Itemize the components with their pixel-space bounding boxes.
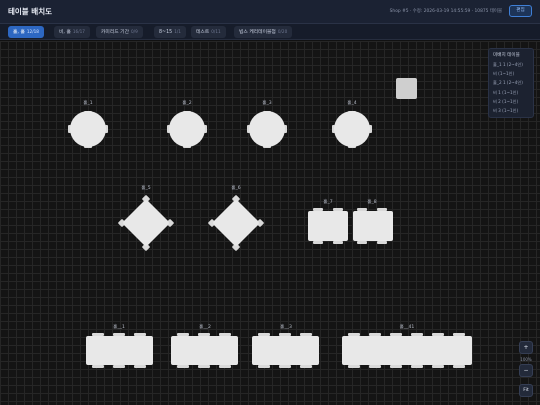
seat: [258, 365, 270, 368]
table-round[interactable]: [70, 111, 106, 147]
table-long[interactable]: [86, 336, 153, 365]
area-tab-bar: 홀, 홀 12/18 비, 홀 16/17 카미리드 기간 0/9 8~15 1/1 테…: [0, 24, 540, 40]
square-object[interactable]: [396, 78, 417, 99]
table-label: 홀_5: [141, 186, 151, 191]
table-label: 홀__1: [113, 325, 125, 330]
tab-area-6[interactable]: 빕스 케리테이블점 0/20: [234, 26, 293, 38]
unplaced-table-item[interactable]: 홀_2 1 (2~4인): [493, 80, 529, 86]
shop-meta-info: Shop #5 · 수정: 2026-03-19 14:55:59 · 1087…: [389, 9, 502, 14]
fit-view-button[interactable]: Fit: [519, 384, 533, 397]
seat: [357, 241, 367, 244]
seat: [390, 365, 402, 368]
tab-label: 테스트: [196, 30, 210, 35]
seat: [198, 365, 210, 368]
tab-area-2[interactable]: 비, 홀 16/17: [54, 26, 90, 38]
seat: [348, 365, 360, 368]
tab-label: 비, 홀: [59, 30, 71, 35]
tab-count: 0/11: [211, 29, 221, 34]
zoom-out-button[interactable]: −: [519, 364, 533, 377]
table-label: 홀_8: [367, 200, 377, 205]
seat: [113, 365, 125, 368]
table-label: 홀__3: [280, 325, 292, 330]
top-bar: 테이블 배치도 Shop #5 · 수정: 2026-03-19 14:55:5…: [0, 0, 540, 24]
edit-button[interactable]: 편집: [509, 5, 532, 17]
tab-label: 카미리드 기간: [101, 30, 130, 35]
seat: [333, 241, 343, 244]
table-label: 홀__41: [399, 325, 415, 330]
table-round[interactable]: [334, 111, 370, 147]
floor-plan-canvas[interactable]: 홀_1 홀_2 홀_3 홀_4 홀_5 홀_6 홀_7 홀_8 홀__1 홀__…: [0, 41, 540, 405]
zoom-level: 100%: [520, 357, 532, 362]
table-long[interactable]: [171, 336, 238, 365]
tab-area-3[interactable]: 카미리드 기간 0/9: [96, 26, 143, 38]
tab-label: 8~15: [159, 30, 173, 35]
seat: [300, 365, 312, 368]
table-label: 홀_1: [83, 101, 93, 106]
unplaced-table-item[interactable]: 비 3 (1~1인): [493, 108, 529, 114]
seat: [432, 365, 444, 368]
table-label: 홀__2: [199, 325, 211, 330]
table-label: 홀_7: [323, 200, 333, 205]
seat: [219, 365, 231, 368]
table-label: 홀_6: [231, 186, 241, 191]
tab-label: 홀, 홀: [13, 30, 25, 35]
tab-count: 0/9: [131, 29, 138, 34]
seat: [92, 365, 104, 368]
seat: [453, 365, 465, 368]
seat: [279, 365, 291, 368]
panel-title: 미배치 테이블: [493, 53, 520, 58]
seat: [134, 365, 146, 368]
table-long[interactable]: [252, 336, 319, 365]
unplaced-table-item[interactable]: 비 2 (1~1인): [493, 99, 529, 105]
table-square[interactable]: [353, 211, 393, 241]
table-round[interactable]: [249, 111, 285, 147]
seat: [177, 365, 189, 368]
unplaced-table-item[interactable]: 비 (1~1인): [493, 71, 529, 77]
seat: [313, 241, 323, 244]
zoom-in-button[interactable]: +: [519, 341, 533, 354]
unplaced-table-item[interactable]: 비 1 (1~1인): [493, 90, 529, 96]
table-round[interactable]: [169, 111, 205, 147]
tab-count: 0/20: [277, 29, 288, 34]
table-label: 홀_2: [182, 101, 192, 106]
table-diamond[interactable]: [121, 198, 171, 248]
table-square[interactable]: [308, 211, 348, 241]
table-long[interactable]: [342, 336, 472, 365]
tab-count: 1/1: [174, 29, 181, 34]
page-title: 테이블 배치도: [8, 7, 53, 16]
tab-area-5[interactable]: 테스트 0/11: [191, 26, 226, 38]
unplaced-tables-panel: 미배치 테이블 홀_1 1 (2~4인) 비 (1~1인) 홀_2 1 (2~4…: [488, 48, 534, 118]
tab-count: 12/18: [26, 29, 39, 34]
unplaced-table-item[interactable]: 홀_1 1 (2~4인): [493, 62, 529, 68]
tab-count: 16/17: [72, 29, 85, 34]
tab-label: 빕스 케리테이블점: [239, 30, 276, 35]
tab-area-1[interactable]: 홀, 홀 12/18: [8, 26, 44, 38]
table-label: 홀_3: [262, 101, 272, 106]
table-diamond[interactable]: [211, 198, 261, 248]
seat: [377, 241, 387, 244]
seat: [411, 365, 423, 368]
tab-area-4[interactable]: 8~15 1/1: [154, 26, 186, 38]
table-label: 홀_4: [347, 101, 357, 106]
seat: [369, 365, 381, 368]
